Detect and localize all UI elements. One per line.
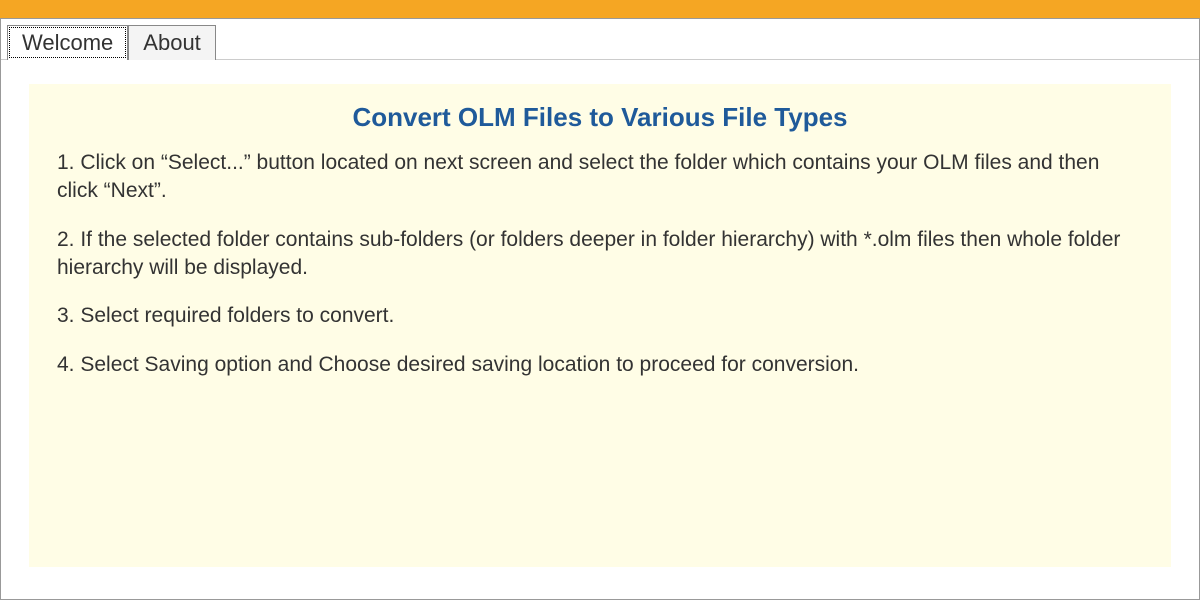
tab-about[interactable]: About <box>128 25 216 60</box>
tab-content-welcome: Convert OLM Files to Various File Types … <box>1 59 1199 591</box>
step-4: 4. Select Saving option and Choose desir… <box>57 351 1143 379</box>
tab-welcome[interactable]: Welcome <box>7 25 128 60</box>
panel-title: Convert OLM Files to Various File Types <box>57 102 1143 133</box>
tab-separator <box>216 59 1193 60</box>
step-3: 3. Select required folders to convert. <box>57 302 1143 330</box>
window-title-bar <box>0 0 1200 18</box>
instructions-panel: Convert OLM Files to Various File Types … <box>29 84 1171 567</box>
tab-welcome-label: Welcome <box>22 30 113 55</box>
step-1: 1. Click on “Select...” button located o… <box>57 149 1143 206</box>
tabs-row: Welcome About <box>1 19 1199 60</box>
step-2: 2. If the selected folder contains sub-f… <box>57 226 1143 283</box>
app-frame: Welcome About Convert OLM Files to Vario… <box>0 18 1200 600</box>
tab-about-label: About <box>143 30 201 55</box>
